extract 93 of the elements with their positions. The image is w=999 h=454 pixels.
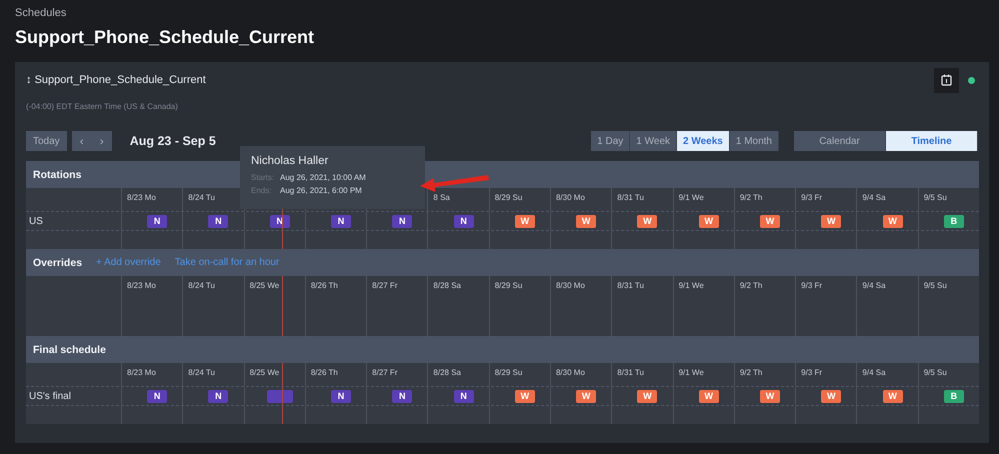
day-label: 9/3 Fr	[801, 368, 822, 377]
day-label: 9/5 Su	[924, 193, 947, 202]
shift-badge[interactable]: N	[147, 214, 168, 228]
day-label: 8/27 Fr	[372, 368, 398, 377]
calendar-button[interactable]	[934, 68, 959, 92]
view-tab[interactable]: Timeline	[886, 131, 978, 151]
day-label: 8/30 Mo	[556, 281, 585, 290]
view-tab[interactable]: Calendar	[794, 131, 886, 151]
day-label: 9/3 Fr	[801, 193, 822, 202]
day-label: 8/25 We	[250, 368, 280, 377]
day-label: 8/29 Su	[494, 368, 522, 377]
shift-badge[interactable]: W	[882, 214, 903, 228]
day-label: 9/5 Su	[924, 281, 947, 290]
shift-badge[interactable]: W	[698, 214, 719, 228]
day-label: 9/4 Sa	[862, 281, 886, 290]
span-tab[interactable]: 1 Month	[730, 131, 779, 151]
day-label: 9/1 We	[678, 281, 704, 290]
shift-badge[interactable]: N	[454, 390, 474, 402]
shift-badge[interactable]: B	[944, 390, 964, 402]
day-label: 8/31 Tu	[617, 193, 644, 202]
shift-badge[interactable]: W	[760, 390, 780, 402]
day-label: 8/23 Mo	[127, 281, 156, 290]
page-title: Support_Phone_Schedule_Current	[15, 27, 316, 49]
timezone-label: (-04:00) EDT Eastern Time (US & Canada)	[26, 102, 179, 113]
day-label: 8/23 Mo	[127, 368, 156, 377]
day-label: 9/1 We	[678, 193, 704, 202]
shift-badge[interactable]: N	[147, 390, 168, 402]
tooltip-name: Nicholas Haller	[251, 155, 330, 167]
shift-badge[interactable]: B	[944, 214, 964, 228]
section-title: Final schedule	[33, 344, 106, 356]
next-button[interactable]: ›	[92, 131, 112, 151]
row-label: US's final	[28, 390, 71, 402]
shift-badge[interactable]: W	[637, 214, 658, 228]
day-label: 8/25 We	[250, 281, 280, 290]
day-label: 8 Sa	[433, 193, 450, 202]
date-range: Aug 23 - Sep 5	[130, 134, 217, 148]
day-label: 9/4 Sa	[862, 193, 886, 202]
day-label: 9/2 Th	[740, 281, 762, 290]
schedule-name: ↕ Support_Phone_Schedule_Current	[26, 74, 207, 86]
day-label: 8/26 Th	[310, 368, 338, 377]
shift-badge[interactable]: W	[882, 390, 903, 402]
today-button[interactable]: Today	[26, 131, 67, 151]
day-label: 8/29 Su	[494, 281, 522, 290]
day-label: 8/27 Fr	[372, 281, 398, 290]
breadcrumb[interactable]: Schedules	[15, 7, 989, 21]
shift-badge[interactable]: N	[330, 214, 351, 228]
shift-badge[interactable]: W	[637, 390, 658, 402]
day-label: 9/4 Sa	[862, 368, 886, 377]
day-label: 8/31 Tu	[617, 281, 644, 290]
day-label: 9/5 Su	[924, 368, 947, 377]
day-label: 8/24 Tu	[188, 193, 215, 202]
day-label: 9/2 Th	[740, 368, 762, 377]
day-label: 9/1 We	[678, 368, 704, 377]
section-title: Overrides	[33, 256, 82, 268]
row-label: US	[28, 216, 43, 226]
day-label: 8/28 Sa	[433, 281, 461, 290]
day-label: 8/30 Mo	[556, 193, 585, 202]
span-tab[interactable]: 1 Day	[591, 131, 630, 151]
day-label: 8/24 Tu	[188, 368, 215, 377]
tooltip-value: Aug 26, 2021, 6:00 PM	[280, 186, 362, 195]
shift-badge[interactable]: W	[576, 214, 596, 228]
day-label: 8/23 Mo	[127, 193, 156, 202]
shift-badge[interactable]: W	[576, 390, 596, 402]
tooltip-value: Aug 26, 2021, 10:00 AM	[280, 173, 366, 182]
day-label: 8/29 Su	[494, 193, 522, 202]
span-tab[interactable]: 1 Week	[630, 131, 678, 151]
shift-badge[interactable]: N	[392, 214, 412, 228]
previous-button[interactable]: ‹	[72, 131, 92, 151]
span-tab[interactable]: 2 Weeks	[677, 131, 730, 151]
day-label: 9/2 Th	[740, 193, 762, 202]
day-label: 8/24 Tu	[188, 281, 215, 290]
shift-badge[interactable]: W	[760, 214, 780, 228]
action-link[interactable]: + Add override	[96, 257, 161, 268]
shift-badge[interactable]: W	[821, 214, 842, 228]
day-label: 8/30 Mo	[556, 368, 585, 377]
shift-badge[interactable]: N	[330, 390, 351, 402]
shift-badge[interactable]: W	[698, 390, 719, 402]
current-time-line	[282, 276, 283, 336]
shift-badge[interactable]: N	[454, 214, 474, 228]
action-link[interactable]: Take on-call for an hour	[174, 257, 280, 268]
day-label: 9/3 Fr	[801, 281, 822, 290]
shift-badge[interactable]: N	[208, 214, 228, 228]
status-dot	[968, 76, 975, 84]
section-title: Rotations	[33, 168, 82, 180]
shift-badge[interactable]: W	[514, 214, 535, 228]
shift-badge[interactable]: N	[392, 390, 412, 402]
day-label: 8/26 Th	[310, 281, 338, 290]
shift-badge[interactable]: N	[208, 390, 228, 402]
shift-badge[interactable]: W	[821, 390, 842, 402]
calendar-icon	[941, 74, 952, 86]
day-label: 8/28 Sa	[433, 368, 461, 377]
shift-badge[interactable]: W	[514, 390, 535, 402]
day-label: 8/31 Tu	[617, 368, 644, 377]
